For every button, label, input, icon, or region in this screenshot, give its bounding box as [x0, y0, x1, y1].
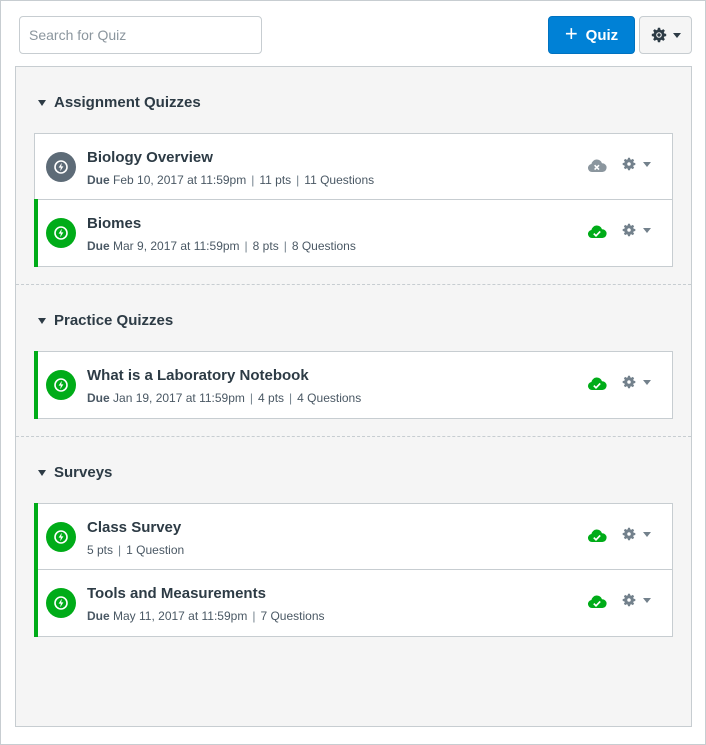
group-title: Assignment Quizzes: [54, 94, 201, 111]
published-cloud-icon[interactable]: [587, 376, 607, 392]
quiz-unpublished-icon: [46, 152, 76, 182]
quiz-published-icon: [46, 218, 76, 248]
quiz-row: Biomes Due Mar 9, 2017 at 11:59pm | 8 pts |…: [34, 199, 672, 267]
quiz-row: Class Survey 5 pts | 1 Question: [34, 503, 672, 570]
window-frame: + Quiz Assignment Quizzes Biology Overvi…: [0, 0, 706, 745]
gear-icon: [622, 527, 636, 541]
plus-icon: +: [564, 21, 578, 46]
quiz-list-panel: Assignment Quizzes Biology Overview Due …: [15, 66, 692, 727]
quiz-meta: 5 pts | 1 Question: [87, 543, 185, 557]
chevron-down-icon: [643, 161, 651, 167]
quiz-settings-menu[interactable]: [622, 593, 651, 607]
quiz-meta: Due Mar 9, 2017 at 11:59pm | 8 pts | 8 Quest…: [87, 239, 356, 253]
quiz-meta: Due Feb 10, 2017 at 11:59pm | 11 pts | 11 Qu…: [87, 173, 375, 187]
add-quiz-label: Quiz: [585, 26, 619, 44]
gear-icon: [622, 223, 636, 237]
group-divider: [16, 284, 691, 285]
gear-icon: [651, 27, 666, 43]
quiz-settings-menu[interactable]: [622, 375, 651, 389]
quiz-row: Tools and Measurements Due May 11, 2017 …: [34, 569, 672, 637]
group-header-surveys[interactable]: Surveys: [38, 464, 112, 481]
quiz-row: Biology Overview Due Feb 10, 2017 at 11:…: [35, 134, 672, 200]
settings-menu-button[interactable]: [639, 16, 692, 54]
published-cloud-icon[interactable]: [587, 594, 607, 610]
published-cloud-icon[interactable]: [587, 224, 607, 240]
gear-icon: [622, 593, 636, 607]
gear-icon: [622, 375, 636, 389]
group-header-assignment-quizzes[interactable]: Assignment Quizzes: [38, 94, 201, 111]
collapse-caret-icon: [38, 99, 46, 106]
published-cloud-icon[interactable]: [587, 528, 607, 544]
quiz-published-icon: [46, 370, 76, 400]
chevron-down-icon: [643, 379, 651, 385]
surveys-list: Class Survey 5 pts | 1 Question Tools and: [34, 503, 673, 637]
group-title: Practice Quizzes: [54, 312, 174, 329]
quiz-settings-menu[interactable]: [622, 157, 651, 171]
search-input[interactable]: [19, 16, 262, 54]
collapse-caret-icon: [38, 469, 46, 476]
quiz-settings-menu[interactable]: [622, 223, 651, 237]
group-title: Surveys: [54, 464, 113, 481]
chevron-down-icon: [672, 32, 681, 38]
quiz-title-link[interactable]: Class Survey: [87, 519, 181, 536]
quiz-title-link[interactable]: Tools and Measurements: [87, 585, 266, 602]
group-divider: [16, 436, 691, 437]
quiz-meta: Due May 11, 2017 at 11:59pm | 7 Questions: [87, 609, 325, 623]
quiz-row: What is a Laboratory Notebook Due Jan 19…: [34, 351, 672, 419]
practice-quizzes-list: What is a Laboratory Notebook Due Jan 19…: [34, 351, 673, 419]
quiz-title-link[interactable]: Biomes: [87, 215, 141, 232]
quiz-title-link[interactable]: What is a Laboratory Notebook: [87, 367, 309, 384]
chevron-down-icon: [643, 227, 651, 233]
unpublished-cloud-icon[interactable]: [587, 158, 607, 174]
collapse-caret-icon: [38, 317, 46, 324]
chevron-down-icon: [643, 531, 651, 537]
quiz-published-icon: [46, 588, 76, 618]
quiz-settings-menu[interactable]: [622, 527, 651, 541]
group-header-practice-quizzes[interactable]: Practice Quizzes: [38, 312, 173, 329]
gear-icon: [622, 157, 636, 171]
chevron-down-icon: [643, 597, 651, 603]
assignment-quizzes-list: Biology Overview Due Feb 10, 2017 at 11:…: [34, 133, 673, 267]
add-quiz-button[interactable]: + Quiz: [548, 16, 635, 54]
quiz-published-icon: [46, 522, 76, 552]
quiz-meta: Due Jan 19, 2017 at 11:59pm | 4 pts | 4 Ques…: [87, 391, 362, 405]
quiz-title-link[interactable]: Biology Overview: [87, 149, 213, 166]
